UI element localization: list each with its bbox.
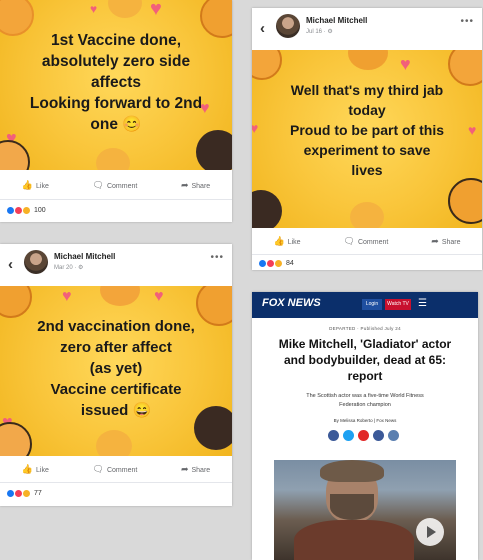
reactions-summary[interactable]: 100 xyxy=(6,206,46,215)
facebook-icon[interactable] xyxy=(328,430,339,441)
post-text-line: Well that's my third jab xyxy=(290,82,444,98)
author-name[interactable]: Michael Mitchell xyxy=(306,16,367,25)
post-image-3: ♥ ♥ ♥ 2nd vaccination done, zero after a… xyxy=(0,286,232,456)
article-meta: DEPARTED · Published July 24 xyxy=(329,326,401,331)
fox-header-bar: FOX NEWS Login Watch TV ☰ xyxy=(252,292,478,318)
comments-icon[interactable] xyxy=(373,430,384,441)
share-button[interactable]: ➦ Share xyxy=(181,464,210,475)
post-text-line: experiment to save xyxy=(303,142,431,158)
haha-reaction-icon xyxy=(274,259,283,268)
email-icon[interactable] xyxy=(388,430,399,441)
post-date[interactable]: Mar 20 · ⚙ xyxy=(54,264,83,271)
share-icon: ➦ xyxy=(180,464,189,474)
author-name[interactable]: Michael Mitchell xyxy=(54,252,115,261)
headline-line: Mike Mitchell, 'Gladiator' actor xyxy=(278,337,452,351)
back-arrow-icon[interactable]: ‹ xyxy=(260,20,265,37)
share-button[interactable]: ➦ Share xyxy=(181,180,210,191)
like-button[interactable]: 👍 Like xyxy=(22,180,49,191)
reactions-summary[interactable]: 84 xyxy=(258,259,294,268)
comment-button[interactable]: 🗨 Comment xyxy=(93,180,138,191)
comment-icon: 🗨 xyxy=(92,180,104,190)
post-text-line: absolutely zero side xyxy=(41,53,191,70)
news-article-card: FOX NEWS Login Watch TV ☰ DEPARTED · Pub… xyxy=(252,292,478,560)
hamburger-menu-icon[interactable]: ☰ xyxy=(418,298,427,309)
more-options-icon[interactable]: ••• xyxy=(460,16,474,27)
comment-button[interactable]: 🗨 Comment xyxy=(93,464,138,475)
subhead-line: Federation champion xyxy=(339,402,391,408)
login-button[interactable]: Login xyxy=(362,299,382,310)
share-icon: ➦ xyxy=(180,180,189,190)
avatar[interactable] xyxy=(24,250,48,274)
more-options-icon[interactable]: ••• xyxy=(210,252,224,263)
post-text-line: Vaccine certificate xyxy=(50,381,182,398)
haha-reaction-icon xyxy=(22,489,31,498)
post-text-line: affects xyxy=(91,74,141,91)
thumbs-up-icon: 👍 xyxy=(273,236,285,246)
reaction-count: 77 xyxy=(34,490,42,497)
article-video-thumbnail[interactable] xyxy=(274,460,456,560)
post-card-1: ♥ ♥ ♥ ♥ 1st Vaccine done, absolutely zer… xyxy=(0,0,232,222)
post-text-line: Proud to be part of this xyxy=(290,122,444,138)
post-text-line: 2nd vaccination done, xyxy=(37,318,195,335)
post-image-1: ♥ ♥ ♥ ♥ 1st Vaccine done, absolutely zer… xyxy=(0,0,232,170)
article-subhead: The Scottish actor was a five-time World… xyxy=(262,392,468,410)
post-actions-1: 👍 Like 🗨 Comment ➦ Share xyxy=(0,180,232,191)
post-text-line: (as yet) xyxy=(89,360,143,377)
post-card-3: ‹ Michael Mitchell Mar 20 · ⚙ ••• ♥ ♥ ♥ … xyxy=(0,244,232,506)
article-headline[interactable]: Mike Mitchell, 'Gladiator' actor and bod… xyxy=(256,336,474,384)
post-text-line: lives xyxy=(351,162,383,178)
post-actions-2: 👍 Like 🗨 Comment ➦ Share xyxy=(252,236,482,247)
post-header-2: ‹ Michael Mitchell Jul 16 · ⚙ ••• xyxy=(252,8,482,50)
post-image-2: ♥ ♥ ♥ Well that's my third jab today Pro… xyxy=(252,50,482,228)
subhead-line: The Scottish actor was a five-time World… xyxy=(306,393,424,399)
like-button[interactable]: 👍 Like xyxy=(273,236,300,247)
thumbs-up-icon: 👍 xyxy=(21,464,34,474)
avatar[interactable] xyxy=(276,14,300,38)
comment-button[interactable]: 🗨 Comment xyxy=(344,236,389,247)
post-text-line: today xyxy=(348,102,386,118)
post-actions-3: 👍 Like 🗨 Comment ➦ Share xyxy=(0,464,232,475)
haha-reaction-icon xyxy=(22,206,31,215)
post-text-line: 1st Vaccine done, xyxy=(50,32,182,49)
post-text-line: one 😊 xyxy=(90,116,142,133)
post-text-line: zero after affect xyxy=(60,339,172,356)
fox-news-logo[interactable]: FOX NEWS xyxy=(262,297,321,309)
flipboard-icon[interactable] xyxy=(358,430,369,441)
headline-line: and bodybuilder, dead at 65: xyxy=(283,353,447,367)
post-date[interactable]: Jul 16 · ⚙ xyxy=(306,28,333,35)
thumbs-up-icon: 👍 xyxy=(21,180,34,190)
article-byline[interactable]: By Melissa Roberto | Fox News xyxy=(252,418,478,423)
share-icons-row xyxy=(328,430,399,441)
reactions-summary[interactable]: 77 xyxy=(6,489,42,498)
post-text-1: 1st Vaccine done, absolutely zero side a… xyxy=(0,30,232,135)
like-button[interactable]: 👍 Like xyxy=(22,464,49,475)
post-text-3: 2nd vaccination done, zero after affect … xyxy=(0,316,232,421)
comment-icon: 🗨 xyxy=(92,464,104,474)
post-card-2: ‹ Michael Mitchell Jul 16 · ⚙ ••• ♥ ♥ ♥ … xyxy=(252,8,482,270)
post-text-2: Well that's my third jab today Proud to … xyxy=(252,80,482,180)
reaction-count: 100 xyxy=(34,207,46,214)
headline-line: report xyxy=(347,369,383,383)
post-text-line: Looking forward to 2nd xyxy=(29,95,203,112)
back-arrow-icon[interactable]: ‹ xyxy=(8,256,13,273)
share-button[interactable]: ➦ Share xyxy=(431,236,460,247)
post-header-3: ‹ Michael Mitchell Mar 20 · ⚙ ••• xyxy=(0,244,232,286)
watch-tv-button[interactable]: Watch TV xyxy=(385,299,411,310)
post-text-line: issued 😄 xyxy=(80,402,152,419)
play-button-icon[interactable] xyxy=(416,518,444,546)
share-icon: ➦ xyxy=(431,236,439,246)
comment-icon: 🗨 xyxy=(343,236,355,246)
twitter-icon[interactable] xyxy=(343,430,354,441)
reaction-count: 84 xyxy=(286,260,294,267)
